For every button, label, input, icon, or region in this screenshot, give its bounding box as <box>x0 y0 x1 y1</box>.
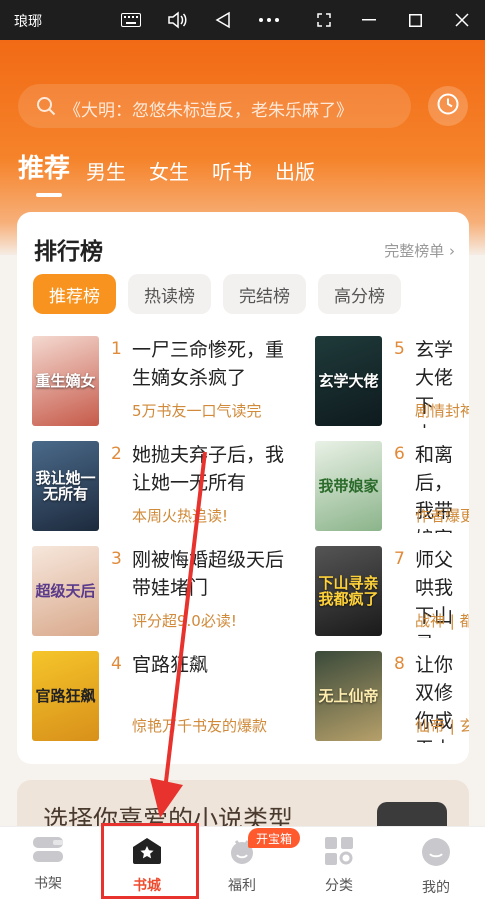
annotation-highlight-box <box>101 823 199 899</box>
annotation-arrow <box>150 451 207 818</box>
